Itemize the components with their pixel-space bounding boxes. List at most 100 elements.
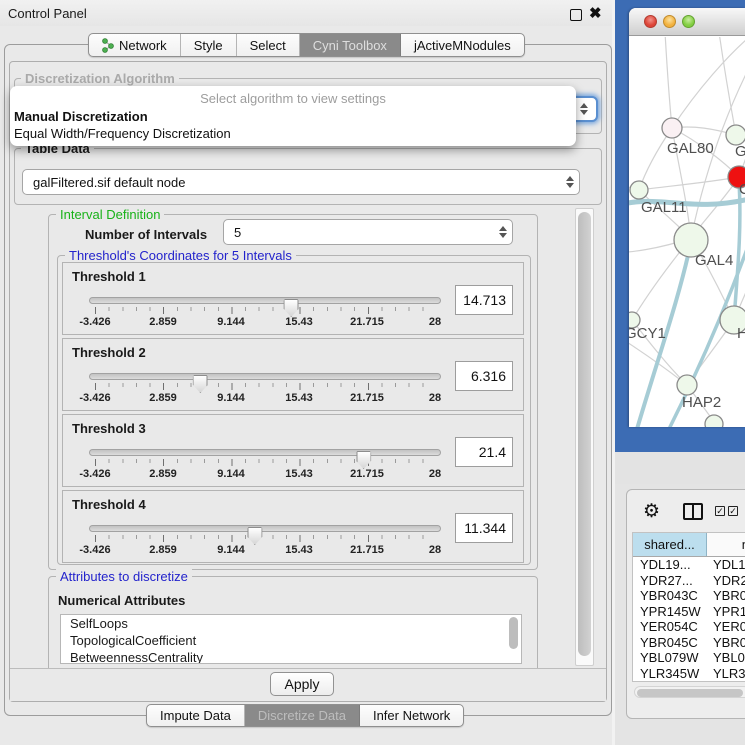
table-panel-titlebar: Table Panel (615, 452, 745, 484)
node-label-gal11: GAL11 (641, 199, 687, 216)
mac-zoom-icon[interactable] (682, 15, 695, 28)
interval-definition-group-title: Interval Definition (56, 207, 164, 222)
tick-label: 28 (429, 544, 441, 556)
threshold-1-panel: Threshold 1 -3.426 2.859 9.144 15.43 21.… (62, 262, 524, 335)
tab-network-label: Network (119, 38, 167, 53)
threshold-2-label: Threshold 2 (72, 345, 146, 360)
node-hap2[interactable] (677, 375, 697, 395)
threshold-4-slider-thumb[interactable] (247, 527, 262, 545)
node-bottom[interactable] (705, 415, 723, 427)
cell-name[interactable]: YER0 (707, 619, 745, 635)
table-row[interactable]: YDL19...YDL1 (633, 557, 745, 573)
column-visibility-icons[interactable]: ✓ ✓ (715, 506, 738, 516)
number-of-intervals-combobox[interactable]: 5 (223, 219, 513, 245)
column-header-name[interactable]: n (707, 533, 745, 556)
tab-select[interactable]: Select (237, 34, 300, 56)
network-icon (102, 38, 114, 53)
cell-name[interactable]: YDR2 (707, 573, 745, 589)
cell-name[interactable]: YBL0 (707, 650, 745, 666)
cell-name[interactable]: YIL0 (707, 681, 745, 682)
node-gal11[interactable] (630, 181, 648, 199)
cell-name[interactable]: YDL1 (707, 557, 745, 573)
cell-name[interactable]: YBR0 (707, 635, 745, 651)
table-row[interactable]: YER054CYER0 (633, 619, 745, 635)
tab-discretize-data[interactable]: Discretize Data (245, 705, 360, 726)
tick-label: -3.426 (79, 316, 110, 328)
node-g[interactable] (726, 125, 745, 145)
network-graph: GAL80 G C GAL11 GAL4 GCY1 H HAP2 (629, 37, 745, 427)
network-canvas[interactable]: GAL80 G C GAL11 GAL4 GCY1 H HAP2 (629, 37, 745, 427)
tab-select-label: Select (250, 38, 286, 53)
table-horizontal-scrollbar[interactable] (634, 686, 745, 698)
cell-shared[interactable]: YER054C (633, 619, 707, 635)
table-row[interactable]: YDR27...YDR2 (633, 573, 745, 589)
threshold-1-value-field[interactable]: 14.713 (455, 285, 513, 315)
threshold-3-value-field[interactable]: 21.4 (455, 437, 513, 467)
column-header-shared-name[interactable]: shared... (633, 533, 707, 556)
network-window-titlebar[interactable] (629, 8, 745, 36)
popup-option-equal-width-frequency[interactable]: Equal Width/Frequency Discretization (10, 125, 576, 142)
numerical-attributes-list[interactable]: SelfLoops TopologicalCoefficient Between… (60, 614, 522, 664)
mac-minimize-icon[interactable] (663, 15, 676, 28)
bottom-tab-bar: Impute Data Discretize Data Infer Networ… (146, 704, 464, 727)
tab-style[interactable]: Style (181, 34, 237, 56)
table-row[interactable]: YPR145WYPR1 (633, 604, 745, 620)
popup-option-manual-discretization[interactable]: Manual Discretization (10, 108, 576, 125)
top-tab-bar: Network Style Select Cyni Toolbox jActiv… (88, 33, 525, 57)
threshold-2-slider[interactable] (89, 373, 441, 380)
cell-shared[interactable]: YLR345W (633, 666, 707, 682)
cell-shared[interactable]: YIL053C (633, 681, 707, 682)
split-columns-icon[interactable] (683, 503, 703, 520)
tab-impute-data[interactable]: Impute Data (147, 705, 245, 726)
threshold-1-slider-thumb[interactable] (284, 299, 299, 317)
tab-infer-network[interactable]: Infer Network (360, 705, 463, 726)
table-data-combobox[interactable]: galFiltered.sif default node (22, 169, 580, 195)
node-label-c: C (739, 181, 745, 198)
table-row[interactable]: YBR043CYBR0 (633, 588, 745, 604)
cell-shared[interactable]: YDL19... (633, 557, 707, 573)
tick-label: 15.43 (285, 392, 313, 404)
threshold-2-slider-thumb[interactable] (193, 375, 208, 393)
table-row[interactable]: YLR345WYLR3 (633, 666, 745, 682)
tab-impute-data-label: Impute Data (160, 708, 231, 723)
table-row[interactable]: YBL079WYBL0 (633, 650, 745, 666)
mac-close-icon[interactable] (644, 15, 657, 28)
tab-jactivemnodules[interactable]: jActiveMNodules (401, 34, 524, 56)
cell-shared[interactable]: YPR145W (633, 604, 707, 620)
combo-stepper-icon (561, 176, 579, 188)
tab-cyni-toolbox[interactable]: Cyni Toolbox (300, 34, 401, 56)
cell-shared[interactable]: YBL079W (633, 650, 707, 666)
apply-button[interactable]: Apply (270, 672, 334, 696)
threshold-4-slider[interactable] (89, 525, 441, 532)
float-window-icon[interactable] (570, 9, 582, 21)
threshold-1-ticks: -3.426 2.859 9.144 15.43 21.715 28 (95, 307, 435, 329)
settings-scrollbar[interactable] (575, 208, 594, 666)
list-item-selfloops[interactable]: SelfLoops (61, 615, 521, 632)
cell-shared[interactable]: YBR045C (633, 635, 707, 651)
threshold-4-label: Threshold 4 (72, 497, 146, 512)
settings-scrollbar-thumb[interactable] (578, 212, 591, 656)
cell-name[interactable]: YBR0 (707, 588, 745, 604)
table-row[interactable]: YIL053CYIL0 (633, 681, 745, 682)
list-item-topologicalcoefficient[interactable]: TopologicalCoefficient (61, 632, 521, 649)
table-header-row: shared... n (633, 533, 745, 557)
cell-name[interactable]: YLR3 (707, 666, 745, 682)
threshold-1-slider[interactable] (89, 297, 441, 304)
cell-shared[interactable]: YBR043C (633, 588, 707, 604)
list-item-betweennesscentrality[interactable]: BetweennessCentrality (61, 649, 521, 664)
threshold-3-slider-thumb[interactable] (356, 451, 371, 469)
cell-shared[interactable]: YDR27... (633, 573, 707, 589)
threshold-4-value-field[interactable]: 11.344 (455, 513, 513, 543)
tab-network[interactable]: Network (89, 34, 181, 56)
threshold-4-panel: Threshold 4 -3.426 2.859 9.144 15.43 21.… (62, 490, 524, 563)
table-row[interactable]: YBR045CYBR0 (633, 635, 745, 651)
node-attribute-table[interactable]: shared... n YDL19...YDL1 YDR27...YDR2 YB… (632, 532, 745, 682)
attributes-list-scrollbar-thumb[interactable] (509, 617, 518, 649)
threshold-2-value-field[interactable]: 6.316 (455, 361, 513, 391)
gear-icon[interactable]: ⚙ (643, 500, 660, 523)
threshold-3-slider[interactable] (89, 449, 441, 456)
close-icon[interactable]: ✖ (589, 4, 602, 22)
cell-name[interactable]: YPR1 (707, 604, 745, 620)
table-horizontal-scrollbar-thumb[interactable] (637, 689, 743, 697)
node-gal80[interactable] (662, 118, 682, 138)
